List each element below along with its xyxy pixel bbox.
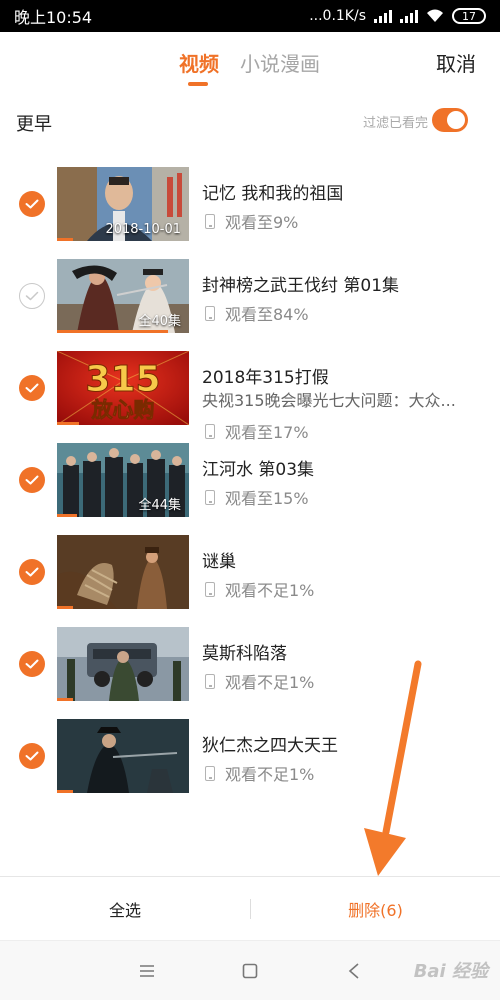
cancel-button[interactable]: 取消 <box>436 52 476 76</box>
video-thumbnail[interactable] <box>57 535 189 609</box>
checkbox-checked-icon[interactable] <box>19 467 45 493</box>
watch-progress-text: 观看至15% <box>225 489 309 508</box>
checkbox-checked-icon[interactable] <box>19 743 45 769</box>
tab-novel-comic[interactable]: 小说漫画 <box>240 52 320 76</box>
item-title: 莫斯科陷落 <box>202 644 287 664</box>
thumbnail-progress-bar <box>57 790 73 793</box>
thumbnail-progress-bar <box>57 698 73 701</box>
bottom-action-bar: 全选 删除(6) <box>0 876 500 940</box>
select-all-button[interactable]: 全选 <box>0 877 250 941</box>
poster-315-subtext: 放心购 <box>91 398 155 422</box>
list-item[interactable]: 谜巢 观看不足1% <box>0 526 500 618</box>
watch-progress: 观看至9% <box>205 209 298 233</box>
watch-progress-text: 观看至84% <box>225 305 309 324</box>
phone-icon <box>205 489 215 505</box>
system-nav-bar: Bai 经验 <box>0 940 500 1000</box>
thumbnail-caption: 2018-10-01 <box>105 222 181 237</box>
thumbnail-progress-bar <box>57 238 73 241</box>
watch-progress-text: 观看不足1% <box>225 673 315 692</box>
checkbox-unchecked-icon[interactable] <box>19 283 45 309</box>
video-thumbnail[interactable]: 315 放心购 <box>57 351 189 425</box>
menu-icon[interactable] <box>135 959 159 983</box>
thumbnail-progress-bar <box>57 514 77 517</box>
annotation-arrow-icon <box>364 660 422 876</box>
home-icon[interactable] <box>238 959 262 983</box>
watch-progress: 观看不足1% <box>205 669 314 693</box>
item-title: 狄仁杰之四大天王 <box>202 736 338 756</box>
signal-icon <box>374 9 392 23</box>
video-thumbnail[interactable] <box>57 719 189 793</box>
list-item[interactable]: 2018-10-01 记忆 我和我的祖国 观看至9% <box>0 158 500 250</box>
watermark: Bai 经验 <box>413 961 488 982</box>
video-thumbnail[interactable]: 全40集 <box>57 259 189 333</box>
thumbnail-caption: 全40集 <box>138 314 181 329</box>
thumbnail-progress-bar <box>57 606 73 609</box>
checkbox-checked-icon[interactable] <box>19 191 45 217</box>
tab-video[interactable]: 视频 <box>179 52 219 76</box>
toggle-knob <box>447 111 465 129</box>
filter-watched-label: 过滤已看完 <box>362 116 428 131</box>
watch-progress: 观看至84% <box>205 301 309 325</box>
watch-progress: 观看不足1% <box>205 577 314 601</box>
thumbnail-progress-bar <box>57 330 168 333</box>
list-item[interactable]: 全44集 江河水 第03集 观看至15% <box>0 434 500 526</box>
network-speed: ...0.1K/s <box>309 8 366 24</box>
item-title: 记忆 我和我的祖国 <box>202 184 344 204</box>
item-title: 2018年315打假 <box>202 368 329 388</box>
phone-icon <box>205 305 215 321</box>
watch-progress-text: 观看至9% <box>225 213 299 232</box>
active-tab-indicator <box>188 82 208 86</box>
watch-progress-text: 观看不足1% <box>225 581 315 600</box>
status-bar: 晚上10:54 ...0.1K/s 17 <box>0 0 500 32</box>
list-item[interactable]: 全40集 封神榜之武王伐纣 第01集 观看至84% <box>0 250 500 342</box>
phone-icon <box>205 765 215 781</box>
header: 视频 小说漫画 取消 <box>0 32 500 96</box>
thumbnail-progress-bar <box>57 422 80 425</box>
delete-button[interactable]: 删除(6) <box>251 877 500 941</box>
item-title: 江河水 第03集 <box>202 460 315 480</box>
filter-watched-toggle[interactable] <box>432 108 468 132</box>
checkbox-checked-icon[interactable] <box>19 651 45 677</box>
watch-progress-text: 观看不足1% <box>225 765 315 784</box>
list-item[interactable]: 315 放心购 2018年315打假 央视315晚会曝光七大问题：大众... 观… <box>0 342 500 442</box>
video-thumbnail[interactable]: 2018-10-01 <box>57 167 189 241</box>
video-thumbnail[interactable]: 全44集 <box>57 443 189 517</box>
phone-icon <box>205 581 215 597</box>
status-icons: ...0.1K/s 17 <box>309 8 486 24</box>
watch-progress: 观看不足1% <box>205 761 314 785</box>
poster-315-text: 315 <box>85 359 160 400</box>
status-time: 晚上10:54 <box>14 8 93 27</box>
battery-icon: 17 <box>452 8 486 24</box>
watch-progress: 观看至15% <box>205 485 309 509</box>
checkbox-checked-icon[interactable] <box>19 559 45 585</box>
section-title: 更早 <box>16 114 52 135</box>
signal-icon-2 <box>400 9 418 23</box>
thumbnail-caption: 全44集 <box>138 498 181 513</box>
phone-icon <box>205 213 215 229</box>
phone-icon <box>205 673 215 689</box>
back-icon[interactable] <box>342 959 366 983</box>
item-subtitle: 央视315晚会曝光七大问题：大众... <box>202 391 456 410</box>
item-title: 谜巢 <box>202 552 236 572</box>
video-thumbnail[interactable] <box>57 627 189 701</box>
wifi-icon <box>426 9 444 23</box>
checkbox-checked-icon[interactable] <box>19 375 45 401</box>
item-title: 封神榜之武王伐纣 第01集 <box>202 276 400 296</box>
